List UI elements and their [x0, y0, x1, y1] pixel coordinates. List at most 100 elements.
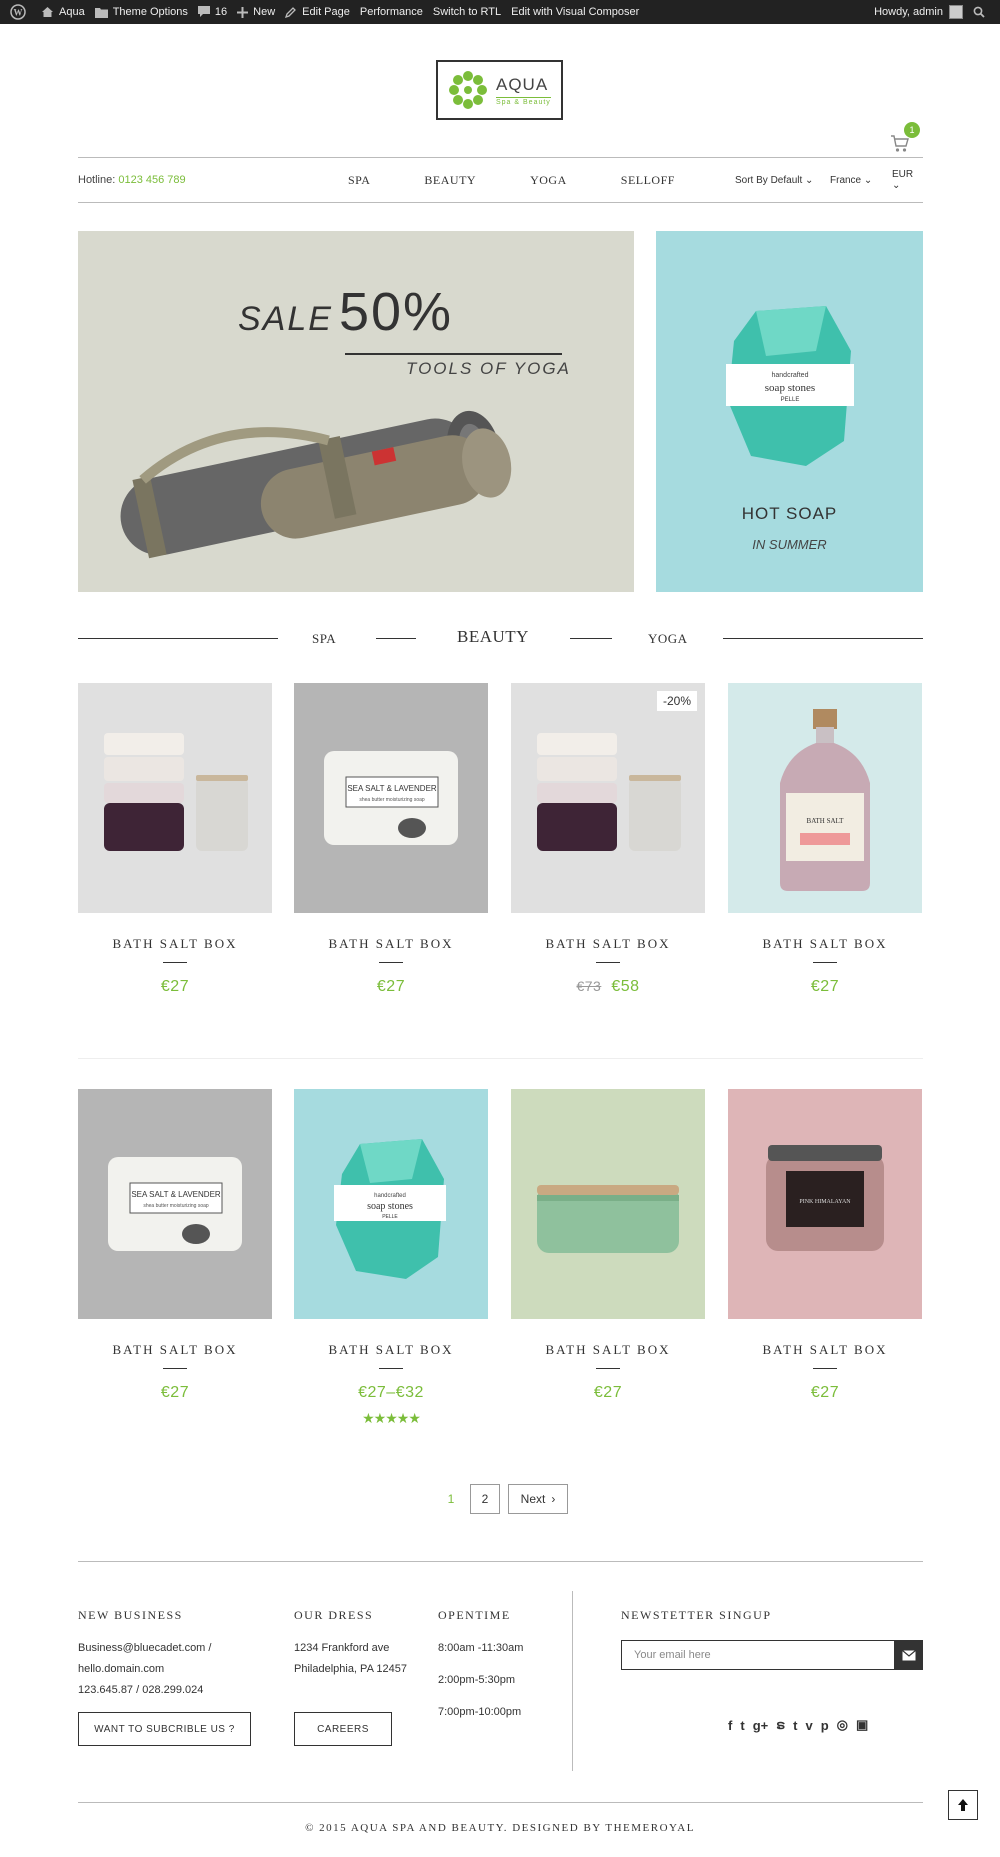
product-card[interactable]: BATH SALT BATH SALT BOX €27 [728, 683, 922, 996]
header-divider-bottom [78, 202, 923, 203]
google-plus-icon[interactable]: g+ [753, 1718, 769, 1733]
price-value: €27 [160, 978, 190, 995]
edit-page-link[interactable]: Edit Page [285, 6, 350, 18]
star-icon: ★ [385, 1410, 398, 1426]
product-price: €27 [728, 978, 922, 996]
soap-stone-text: soap stones [367, 1201, 413, 1212]
product-name[interactable]: BATH SALT BOX [511, 936, 705, 952]
product-card[interactable]: PINK HIMALAYAN BATH SALT BOX €27 [728, 1089, 922, 1402]
country-dropdown[interactable]: France ⌄ [830, 175, 872, 186]
product-name[interactable]: BATH SALT BOX [294, 1342, 488, 1358]
stumbleupon-icon[interactable]: ຣ [776, 1717, 785, 1733]
product-name[interactable]: BATH SALT BOX [728, 936, 922, 952]
hotline-number[interactable]: 0123 456 789 [118, 174, 185, 186]
avatar [949, 5, 963, 19]
new-label: New [253, 6, 276, 18]
twitter-icon[interactable]: t [740, 1718, 744, 1733]
soap-stone-top-text: handcrafted [374, 1193, 406, 1199]
facebook-icon[interactable]: f [728, 1718, 732, 1733]
cart-icon [891, 135, 909, 152]
divider [813, 1368, 837, 1369]
new-content-link[interactable]: New [237, 6, 275, 18]
next-page-link[interactable]: Next › [508, 1484, 568, 1514]
comments-count: 16 [214, 6, 228, 18]
product-image[interactable]: SEA SALT & LAVENDER shea butter moisturi… [78, 1089, 272, 1319]
dribbble-icon[interactable]: ◎ [837, 1717, 848, 1733]
chevron-down-icon: ⌄ [805, 174, 814, 186]
admin-search-button[interactable] [973, 6, 990, 18]
page-current: 1 [447, 1492, 455, 1506]
account-menu[interactable]: Howdy, admin [874, 5, 963, 19]
product-name[interactable]: BATH SALT BOX [294, 936, 488, 952]
cart-button[interactable]: 1 [890, 122, 920, 154]
soap-bar-image: SEA SALT & LAVENDER shea butter moisturi… [108, 1157, 242, 1251]
business-domain[interactable]: hello.domain.com [78, 1659, 211, 1680]
tab-beauty[interactable]: BEAUTY [457, 627, 529, 647]
newsletter-email-input[interactable]: Your email here [621, 1640, 895, 1670]
copyright: © 2015 AQUA SPA AND BEAUTY. DESIGNED BY … [305, 1822, 695, 1834]
business-phone: 123.645.87 / 028.299.024 [78, 1684, 204, 1696]
product-image[interactable]: BATH SALT [728, 683, 922, 913]
pinterest-icon[interactable]: p [821, 1718, 829, 1733]
tab-yoga[interactable]: YOGA [648, 631, 688, 647]
green-jar-image [537, 1185, 679, 1253]
product-price: €27 [511, 1384, 705, 1402]
menu-item-beauty[interactable]: BEAUTY [424, 173, 476, 188]
main-nav: Hotline: 0123 456 789 SPA BEAUTY YOGA SE… [78, 158, 923, 202]
opentime-title: OPENTIME [438, 1608, 511, 1622]
back-to-top-button[interactable] [948, 1790, 978, 1820]
main-menu: SPA BEAUTY YOGA SELLOFF [348, 173, 729, 188]
careers-button[interactable]: CAREERS [294, 1712, 392, 1746]
product-name[interactable]: BATH SALT BOX [78, 936, 272, 952]
sale-banner[interactable]: SALE 50% TOOLS OF YOGA [78, 231, 634, 592]
product-image[interactable]: handcrafted soap stones PELLE [294, 1089, 488, 1319]
switch-rtl-link[interactable]: Switch to RTL [433, 6, 501, 18]
product-image[interactable]: -20% [511, 683, 705, 913]
product-card[interactable]: SEA SALT & LAVENDER shea butter moisturi… [294, 683, 488, 996]
comment-icon [197, 6, 210, 17]
instagram-icon[interactable]: ▣ [856, 1717, 868, 1733]
product-name[interactable]: BATH SALT BOX [728, 1342, 922, 1358]
envelope-icon [902, 1649, 916, 1660]
visual-composer-link[interactable]: Edit with Visual Composer [511, 6, 639, 18]
product-card[interactable]: BATH SALT BOX €27 [78, 683, 272, 996]
newsletter-submit-button[interactable] [895, 1640, 923, 1670]
business-email[interactable]: Business@bluecadet.com / [78, 1638, 211, 1659]
hot-soap-banner[interactable]: handcrafted soap stones PELLE HOT SOAP I… [656, 231, 923, 592]
wordpress-logo-button[interactable]: W [10, 4, 31, 20]
performance-link[interactable]: Performance [360, 6, 423, 18]
hotline-label: Hotline: [78, 174, 116, 186]
site-name-link[interactable]: Aqua [41, 6, 85, 18]
product-card[interactable]: handcrafted soap stones PELLE BATH SALT … [294, 1089, 488, 1427]
tab-spa[interactable]: SPA [312, 631, 336, 647]
menu-item-selloff[interactable]: SELLOFF [621, 173, 675, 188]
theme-options-link[interactable]: Theme Options [94, 6, 188, 18]
tumblr-icon[interactable]: t [793, 1718, 797, 1733]
search-icon [973, 6, 985, 18]
product-card[interactable]: SEA SALT & LAVENDER shea butter moisturi… [78, 1089, 272, 1402]
product-image[interactable] [78, 683, 272, 913]
tab-divider [78, 638, 278, 639]
price-value: €27 [810, 978, 840, 995]
sort-dropdown[interactable]: Sort By Default ⌄ [735, 175, 813, 186]
subscribe-button[interactable]: WANT TO SUBCRIBLE US ? [78, 1712, 251, 1746]
product-card[interactable]: BATH SALT BOX €27 [511, 1089, 705, 1402]
product-image[interactable]: PINK HIMALAYAN [728, 1089, 922, 1319]
product-image[interactable] [511, 1089, 705, 1319]
menu-item-spa[interactable]: SPA [348, 173, 370, 188]
product-name[interactable]: BATH SALT BOX [78, 1342, 272, 1358]
site-logo[interactable]: AQUA Spa & Beauty [436, 60, 563, 120]
product-card[interactable]: -20% BATH SALT BOX €73 €58 [511, 683, 705, 996]
currency-dropdown[interactable]: EUR ⌄ [892, 169, 923, 191]
tab-divider [570, 638, 612, 639]
vine-icon[interactable]: v [805, 1718, 812, 1733]
jar-label-text: PINK HIMALAYAN [799, 1199, 851, 1205]
product-image[interactable]: SEA SALT & LAVENDER shea butter moisturi… [294, 683, 488, 913]
menu-item-yoga[interactable]: YOGA [530, 173, 567, 188]
page-2-link[interactable]: 2 [470, 1484, 500, 1514]
comments-link[interactable]: 16 [197, 6, 228, 18]
home-icon [42, 7, 53, 17]
product-name[interactable]: BATH SALT BOX [511, 1342, 705, 1358]
divider [163, 1368, 187, 1369]
switch-rtl-label: Switch to RTL [432, 6, 502, 18]
